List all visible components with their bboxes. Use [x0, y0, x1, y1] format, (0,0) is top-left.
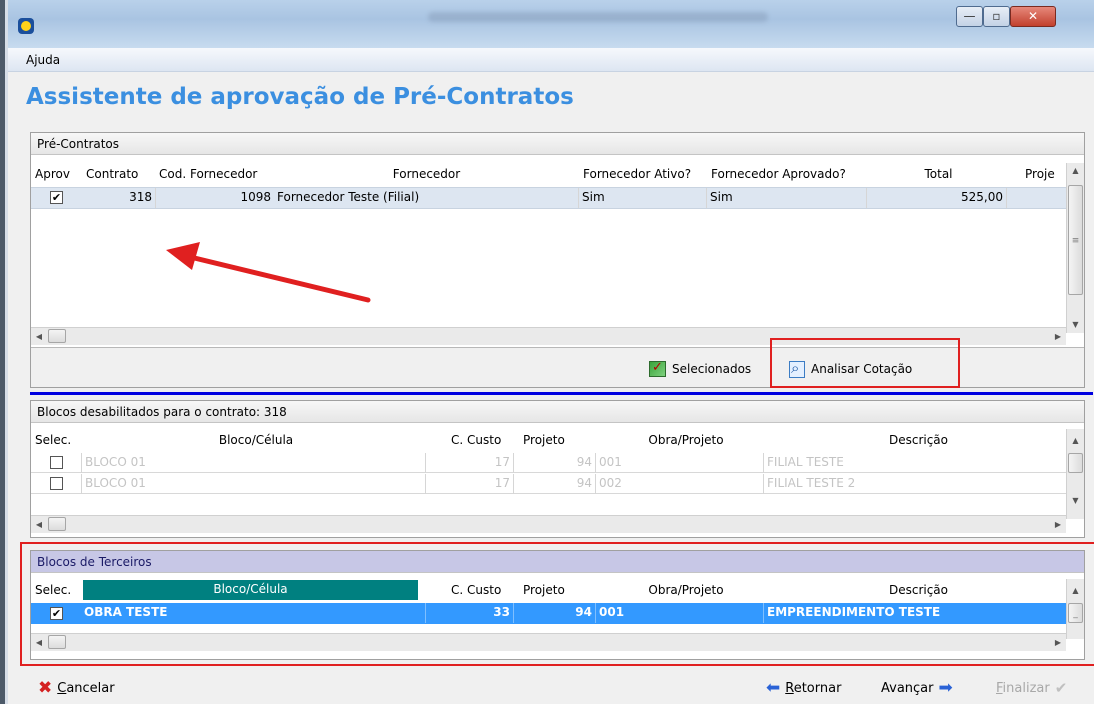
cell-bloco: BLOCO 01	[81, 453, 426, 473]
col-header-obra[interactable]: Obra/Projeto	[601, 429, 771, 451]
cancel-icon: ✖	[38, 678, 53, 698]
col-header-total[interactable]: Total	[871, 163, 1006, 185]
separator-line	[30, 392, 1093, 395]
page-title: Assistente de aprovação de Pré-Contratos	[26, 84, 574, 110]
finish-button[interactable]: Finalizar ✔	[996, 678, 1067, 698]
blocos-desabilitados-grid: Selec. Bloco/Célula C. Custo Projeto Obr…	[31, 429, 1068, 519]
col-header-projeto[interactable]: Projeto	[523, 429, 593, 451]
scroll-left-icon[interactable]: ◀	[31, 328, 47, 345]
scrollbar-thumb[interactable]: ≡	[1068, 185, 1083, 295]
cell-projeto	[1007, 188, 1067, 208]
approve-checkbox[interactable]: ✔	[50, 191, 63, 204]
col-header-descricao[interactable]: Descrição	[771, 429, 1066, 451]
cell-fornecedor-ativo: Sim	[579, 188, 707, 208]
blocos-desabilitados-panel: Blocos desabilitados para o contrato: 31…	[30, 400, 1085, 538]
scroll-up-icon[interactable]: ▲	[1067, 433, 1084, 449]
col-header-aprov[interactable]: Aprov	[35, 163, 85, 185]
scroll-down-icon[interactable]: ▼	[1067, 493, 1084, 509]
annotation-highlight-box	[20, 542, 1094, 666]
menu-bar: Ajuda	[8, 48, 1094, 72]
finish-label: Finalizar	[996, 680, 1050, 696]
scroll-down-icon[interactable]: ▼	[1067, 317, 1084, 333]
cell-custo: 17	[426, 474, 514, 494]
precontratos-panel-title: Pré-Contratos	[31, 133, 1084, 155]
selecionados-button[interactable]: Selecionados	[649, 358, 751, 380]
col-header-fornecedor[interactable]: Fornecedor	[274, 163, 579, 185]
back-button[interactable]: ⬅ Retornar	[766, 678, 841, 698]
table-row[interactable]: BLOCO 01 17 94 001 FILIAL TESTE	[31, 453, 1068, 473]
back-label: Retornar	[785, 680, 842, 696]
scroll-right-icon[interactable]: ▶	[1050, 328, 1066, 345]
col-header-selec[interactable]: Selec.	[35, 429, 85, 451]
table-row[interactable]: ✔ 318 1098 Fornecedor Teste (Filial) Sim…	[31, 187, 1068, 209]
arrow-right-icon: ➡	[938, 678, 953, 698]
cell-bloco: BLOCO 01	[81, 474, 426, 494]
annotation-arrow	[166, 242, 371, 303]
col-header-contrato[interactable]: Contrato	[86, 163, 156, 185]
scrollbar-thumb[interactable]	[48, 329, 66, 343]
scrollbar-thumb[interactable]	[1068, 453, 1083, 473]
arrow-left-icon: ⬅	[766, 678, 781, 698]
select-checkbox[interactable]	[50, 477, 63, 490]
checkmark-icon: ✔	[1054, 679, 1068, 697]
select-checkbox[interactable]	[50, 456, 63, 469]
cell-custo: 17	[426, 453, 514, 473]
minimize-button[interactable]: —	[956, 6, 983, 27]
annotation-highlight-box	[770, 338, 960, 388]
scrollbar-thumb[interactable]	[48, 517, 66, 531]
col-header-bloco[interactable]: Bloco/Célula	[86, 429, 426, 451]
cell-descricao: FILIAL TESTE	[767, 455, 844, 469]
cancel-button[interactable]: ✖ Cancelar	[38, 678, 115, 698]
blocos-desabilitados-title: Blocos desabilitados para o contrato: 31…	[31, 401, 1084, 423]
cell-cod-fornecedor: 1098	[240, 190, 271, 204]
maximize-button[interactable]: ▫	[983, 6, 1010, 27]
blocos-desabilitados-horizontal-scrollbar[interactable]: ◀ ▶	[31, 515, 1066, 533]
cell-descricao: FILIAL TESTE 2	[767, 476, 856, 490]
cell-obra: 001	[596, 453, 764, 473]
next-button[interactable]: Avançar ➡	[881, 678, 953, 698]
col-header-cod-fornecedor[interactable]: Cod. Fornecedor	[159, 163, 274, 185]
menu-item-help[interactable]: Ajuda	[26, 53, 60, 67]
table-row[interactable]: BLOCO 01 17 94 002 FILIAL TESTE 2	[31, 474, 1068, 494]
col-header-fornecedor-ativo[interactable]: Fornecedor Ativo?	[583, 163, 711, 185]
app-window: — ▫ ✕ Ajuda Assistente de aprovação de P…	[8, 0, 1094, 704]
col-header-fornecedor-aprovado[interactable]: Fornecedor Aprovado?	[711, 163, 871, 185]
cancel-label: Cancelar	[57, 680, 115, 696]
scroll-right-icon[interactable]: ▶	[1050, 516, 1066, 533]
next-label: Avançar	[881, 680, 934, 696]
background-window-edge	[0, 0, 8, 704]
cell-fornecedor: Fornecedor Teste (Filial)	[274, 188, 579, 208]
col-header-custo[interactable]: C. Custo	[451, 429, 521, 451]
select-all-icon	[649, 360, 666, 377]
close-window-button[interactable]: ✕	[1010, 6, 1056, 27]
precontratos-vertical-scrollbar[interactable]: ▲ ≡ ▼	[1066, 163, 1084, 333]
window-title-blurred	[428, 12, 768, 22]
blocos-desabilitados-vertical-scrollbar[interactable]: ▲ ▼	[1066, 429, 1084, 519]
cell-projeto: 94	[514, 474, 596, 494]
cell-projeto: 94	[514, 453, 596, 473]
cell-fornecedor-aprovado: Sim	[707, 188, 867, 208]
title-bar: — ▫ ✕	[8, 0, 1094, 48]
app-icon	[18, 18, 34, 34]
scroll-left-icon[interactable]: ◀	[31, 516, 47, 533]
cell-obra: 002	[596, 474, 764, 494]
scroll-up-icon[interactable]: ▲	[1067, 163, 1084, 179]
selecionados-label: Selecionados	[672, 362, 752, 376]
wizard-button-bar: ✖ Cancelar ⬅ Retornar Avançar ➡ Finaliza…	[8, 670, 1094, 704]
cell-contrato: 318	[86, 188, 156, 208]
col-header-projeto[interactable]: Proje	[1025, 163, 1063, 185]
cell-total: 525,00	[867, 188, 1007, 208]
